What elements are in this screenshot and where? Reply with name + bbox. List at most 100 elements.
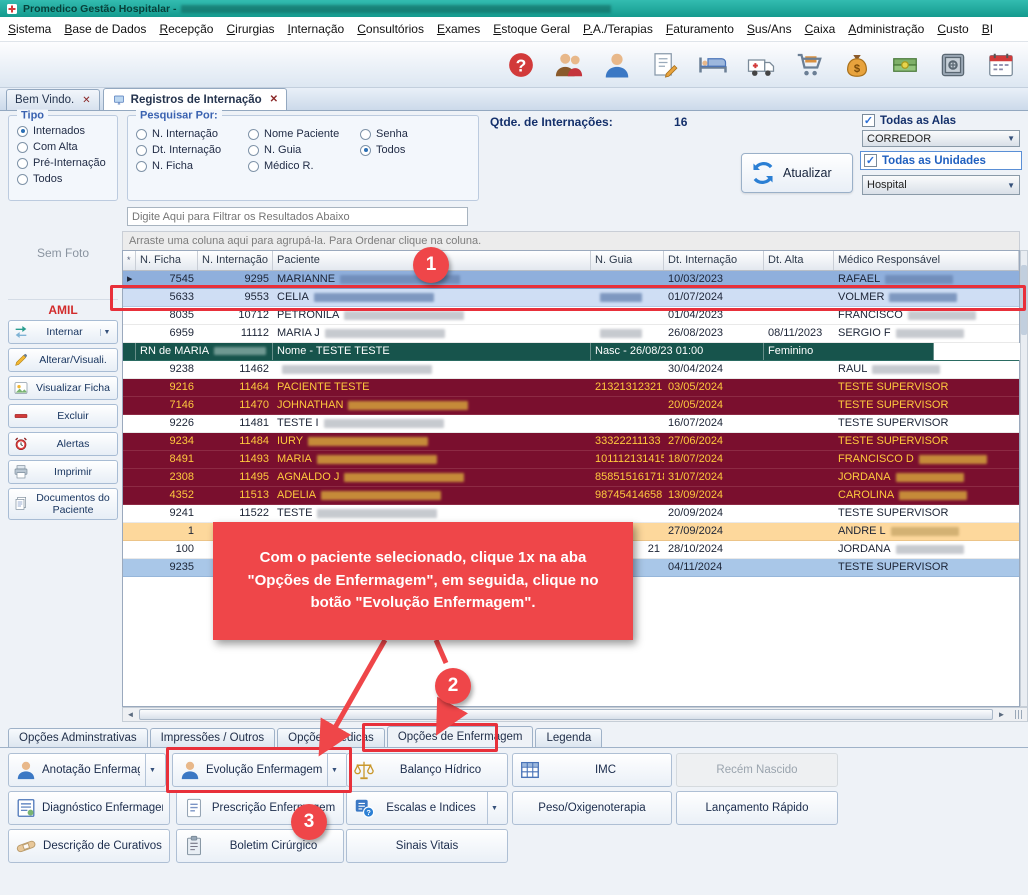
documentos-paciente-button[interactable]: Documentos do Paciente: [8, 488, 118, 520]
atualizar-button[interactable]: Atualizar: [741, 153, 853, 193]
scroll-right-icon[interactable]: ►: [994, 710, 1009, 719]
radio-pre-internacao[interactable]: Pré-Internação: [17, 157, 117, 169]
radio-internados[interactable]: Internados: [17, 125, 117, 137]
ambulance-icon[interactable]: [744, 48, 778, 82]
alas-select[interactable]: CORREDOR ▼: [862, 130, 1020, 147]
menu-item[interactable]: Cirurgias: [226, 22, 274, 36]
sinais-vitais-button[interactable]: Sinais Vitais: [346, 829, 508, 863]
grid-filter-input[interactable]: [127, 207, 468, 226]
grid-row[interactable]: 923411484IURY3332221113327/06/2024TESTE …: [123, 433, 1019, 451]
reception-icon[interactable]: [552, 48, 586, 82]
radio-n-ficha[interactable]: N. Ficha: [136, 160, 240, 172]
radio-todos-tipo[interactable]: Todos: [17, 173, 117, 185]
tab-registros-internacao[interactable]: Registros de Internação ✕: [103, 88, 287, 110]
safe-icon[interactable]: [936, 48, 970, 82]
menu-item[interactable]: Recepção: [159, 22, 213, 36]
close-icon[interactable]: ✕: [82, 95, 90, 106]
resize-grip[interactable]: [1009, 710, 1027, 719]
grid-row[interactable]: 922611481TESTE I16/07/2024TESTE SUPERVIS…: [123, 415, 1019, 433]
todas-alas-checkbox[interactable]: ✓ Todas as Alas: [862, 114, 956, 127]
menu-item[interactable]: P.A./Terapias: [583, 22, 653, 36]
menu-item[interactable]: Base de Dados: [64, 22, 146, 36]
tab-impressoes-outros[interactable]: Impressões / Outros: [150, 728, 276, 747]
balanco-hidrico-button[interactable]: Balanço Hídrico: [346, 753, 508, 787]
grid-row[interactable]: 849111493MARIA10111213141518/07/2024FRAN…: [123, 451, 1019, 469]
menu-item[interactable]: Exames: [437, 22, 480, 36]
schedule-icon[interactable]: [984, 48, 1018, 82]
tab-opcoes-administrativas[interactable]: Opções Adminstrativas: [8, 728, 148, 747]
tab-opcoes-medicas[interactable]: Opções Médicas: [277, 728, 385, 747]
menu-item[interactable]: Consultórios: [357, 22, 424, 36]
menu-item[interactable]: Estoque Geral: [493, 22, 570, 36]
excluir-button[interactable]: Excluir: [8, 404, 118, 428]
menu-item[interactable]: Sus/Ans: [747, 22, 792, 36]
evolucao-enfermagem-button[interactable]: Evolução Enfermagem ▼: [172, 753, 348, 787]
menu-item[interactable]: Internação: [288, 22, 345, 36]
grid-row[interactable]: 714611470JOHNATHAN20/05/2024TESTE SUPERV…: [123, 397, 1019, 415]
horizontal-scrollbar[interactable]: ◄ ►: [122, 707, 1028, 722]
menu-item[interactable]: BI: [982, 22, 993, 36]
escalas-indices-button[interactable]: Escalas e Índices ▼: [346, 791, 508, 825]
diagnostico-enfermagem-button[interactable]: Diagnóstico Enfermagem: [8, 791, 170, 825]
radio-senha[interactable]: Senha: [360, 128, 452, 140]
tab-legenda[interactable]: Legenda: [535, 728, 602, 747]
radio-n-guia[interactable]: N. Guia: [248, 144, 352, 156]
todas-unidades-checkbox[interactable]: ✓ Todas as Unidades: [860, 151, 1022, 170]
billing-icon[interactable]: [840, 48, 874, 82]
column-header-dt-alta[interactable]: Dt. Alta: [764, 251, 834, 270]
menu-item[interactable]: Faturamento: [666, 22, 734, 36]
menu-item[interactable]: Administração: [848, 22, 924, 36]
vertical-scrollbar[interactable]: [1020, 250, 1028, 707]
grid-row[interactable]: 921611464PACIENTE TESTE2132131232103/05/…: [123, 379, 1019, 397]
anotacao-enfermagem-button[interactable]: Anotação Enfermagem ▼: [8, 753, 166, 787]
tab-opcoes-enfermagem[interactable]: Opções de Enfermagem: [387, 726, 534, 747]
chevron-down-icon[interactable]: ▼: [327, 754, 341, 786]
close-icon[interactable]: ✕: [270, 94, 278, 105]
column-header-medico[interactable]: Médico Responsável: [834, 251, 1019, 270]
bed-icon[interactable]: [696, 48, 730, 82]
column-header-n-internacao[interactable]: N. Internação: [198, 251, 273, 270]
help-icon[interactable]: [504, 48, 538, 82]
radio-medico-r[interactable]: Médico R.: [248, 160, 352, 172]
scrollbar-thumb[interactable]: [1021, 265, 1027, 335]
menu-item[interactable]: Caixa: [805, 22, 836, 36]
grid-subrow-rn[interactable]: RN de MARIANome - TESTE TESTENasc - 26/0…: [123, 343, 1019, 361]
grid-row[interactable]: 924111522TESTE20/09/2024TESTE SUPERVISOR: [123, 505, 1019, 523]
alterar-visualizar-button[interactable]: Alterar/Visuali.: [8, 348, 118, 372]
menu-item[interactable]: Custo: [937, 22, 968, 36]
scrollbar-thumb[interactable]: [139, 709, 993, 720]
radio-com-alta[interactable]: Com Alta: [17, 141, 117, 153]
tab-bem-vindo[interactable]: Bem Vindo. ✕: [6, 89, 100, 110]
column-header-n-guia[interactable]: N. Guia: [591, 251, 664, 270]
descricao-curativos-button[interactable]: Descrição de Curativos: [8, 829, 170, 863]
alertas-button[interactable]: Alertas: [8, 432, 118, 456]
grid-row[interactable]: 230811495AGNALDO J85851516171831/07/2024…: [123, 469, 1019, 487]
prescription-icon[interactable]: [648, 48, 682, 82]
grid-row[interactable]: 435211513ADELIA9874541465813/09/2024CARO…: [123, 487, 1019, 505]
grid-row[interactable]: 695911112MARIA J26/08/202308/11/2023SERG…: [123, 325, 1019, 343]
group-by-bar[interactable]: Arraste uma coluna aqui para agrupá-la. …: [122, 231, 1020, 250]
scroll-left-icon[interactable]: ◄: [123, 710, 138, 719]
chevron-down-icon[interactable]: ▼: [100, 329, 113, 336]
menu-item[interactable]: Sistema: [8, 22, 51, 36]
radio-dt-internacao[interactable]: Dt. Internação: [136, 144, 240, 156]
column-header-n-ficha[interactable]: N. Ficha: [136, 251, 198, 270]
imc-button[interactable]: IMC: [512, 753, 672, 787]
patient-icon[interactable]: [600, 48, 634, 82]
imprimir-button[interactable]: Imprimir: [8, 460, 118, 484]
radio-nome-paciente[interactable]: Nome Paciente: [248, 128, 352, 140]
peso-oxigenoterapia-button[interactable]: Peso/Oxigenoterapia: [512, 791, 672, 825]
money-icon[interactable]: [888, 48, 922, 82]
radio-n-internacao[interactable]: N. Internação: [136, 128, 240, 140]
grid-row[interactable]: 803510712PETRONILA01/04/2023FRANCISCO: [123, 307, 1019, 325]
grid-row[interactable]: ▸75459295MARIANNE10/03/2023RAFAEL: [123, 271, 1019, 289]
column-header-dt-internacao[interactable]: Dt. Internação: [664, 251, 764, 270]
grid-row[interactable]: 92381146230/04/2024RAUL: [123, 361, 1019, 379]
radio-todos-pesquisa[interactable]: Todos: [360, 144, 452, 156]
chevron-down-icon[interactable]: ▼: [145, 754, 159, 786]
supplies-cart-icon[interactable]: [792, 48, 826, 82]
lancamento-rapido-button[interactable]: Lançamento Rápido: [676, 791, 838, 825]
internar-button[interactable]: Internar ▼: [8, 320, 118, 344]
visualizar-ficha-button[interactable]: Visualizar Ficha: [8, 376, 118, 400]
chevron-down-icon[interactable]: ▼: [487, 792, 501, 824]
